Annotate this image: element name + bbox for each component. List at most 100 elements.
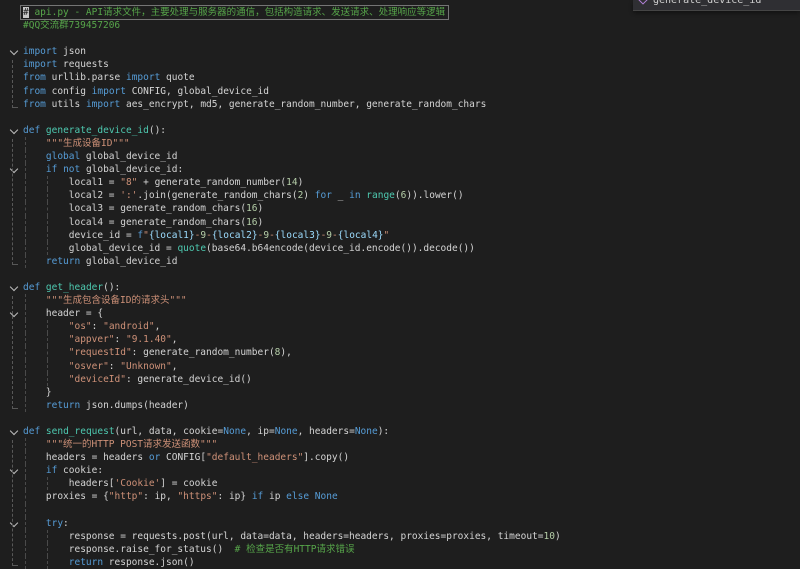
code-line[interactable]: def get_header(): xyxy=(0,281,800,294)
token-k: import xyxy=(86,99,120,110)
code-line[interactable]: return json.dumps(header) xyxy=(0,399,800,412)
code-text: if not global_device_id: xyxy=(23,164,183,175)
code-line[interactable] xyxy=(0,111,800,124)
code-text: return response.json() xyxy=(23,557,195,568)
indent-guide xyxy=(47,242,48,255)
code-line[interactable]: global_device_id = quote(base64.b64encod… xyxy=(0,242,800,255)
token-s: "android" xyxy=(103,321,154,332)
token-v: : xyxy=(115,334,126,345)
code-line[interactable]: from utils import aes_encrypt, md5, gene… xyxy=(0,98,800,111)
code-line[interactable]: } xyxy=(0,386,800,399)
code-line[interactable]: try: xyxy=(0,517,800,530)
fold-chevron-icon[interactable] xyxy=(10,427,18,435)
token-k: import xyxy=(23,46,57,57)
code-line[interactable]: "appver": "9.1.40", xyxy=(0,333,800,346)
code-text: device_id = f"{local1}-9-{local2}-9-{loc… xyxy=(23,230,389,241)
indent-guide xyxy=(25,490,26,503)
indent-guide xyxy=(47,556,48,569)
token-n: 16 xyxy=(246,217,257,228)
code-line[interactable]: if cookie: xyxy=(0,464,800,477)
indent-guide xyxy=(25,543,26,556)
token-v: ): xyxy=(378,426,389,437)
token-v: )).lower() xyxy=(406,190,463,201)
fold-scope-line xyxy=(12,296,18,409)
code-line[interactable]: device_id = f"{local1}-9-{local2}-9-{loc… xyxy=(0,229,800,242)
token-v: , xyxy=(172,361,178,372)
code-line[interactable]: "requestId": generate_random_number(8), xyxy=(0,346,800,359)
token-k: return xyxy=(23,400,80,411)
token-v: : xyxy=(109,361,120,372)
code-text: from utils import aes_encrypt, md5, gene… xyxy=(23,99,486,110)
code-text: headers = headers or CONFIG["default_hea… xyxy=(23,452,349,463)
token-n: 16 xyxy=(246,203,257,214)
code-line[interactable]: """生成设备ID""" xyxy=(0,137,800,150)
code-line[interactable] xyxy=(0,412,800,425)
code-line[interactable]: "deviceId": generate_device_id() xyxy=(0,373,800,386)
code-line[interactable]: from config import CONFIG, global_device… xyxy=(0,85,800,98)
token-k: None xyxy=(223,426,246,437)
token-v: , xyxy=(155,321,161,332)
code-text: local1 = "8" + generate_random_number(14… xyxy=(23,177,303,188)
indent-guide xyxy=(25,360,26,373)
code-line[interactable]: "os": "android", xyxy=(0,320,800,333)
code-line[interactable]: def generate_device_id(): xyxy=(0,124,800,137)
fold-chevron-icon[interactable] xyxy=(10,126,18,134)
token-v: response.json() xyxy=(103,557,195,568)
token-k: from xyxy=(23,86,46,97)
indent-guide xyxy=(25,294,26,307)
fold-chevron-icon[interactable] xyxy=(10,283,18,291)
fold-chevron-icon[interactable] xyxy=(10,47,18,55)
indent-guide xyxy=(25,216,26,229)
code-line[interactable]: if not global_device_id: xyxy=(0,163,800,176)
token-v: global_device_id: xyxy=(80,164,183,175)
indent-guide xyxy=(47,202,48,215)
code-line[interactable] xyxy=(0,32,800,45)
code-line[interactable]: response = requests.post(url, data=data,… xyxy=(0,530,800,543)
code-line[interactable]: response.raise_for_status() # 检查是否有HTTP请… xyxy=(0,543,800,556)
token-v: config xyxy=(46,86,92,97)
token-k: from xyxy=(23,72,46,83)
code-line[interactable]: def send_request(url, data, cookie=None,… xyxy=(0,425,800,438)
token-v: : xyxy=(92,321,103,332)
code-line[interactable]: proxies = {"http": ip, "https": ip} if i… xyxy=(0,490,800,503)
token-k: None xyxy=(355,426,378,437)
code-line[interactable]: header = { xyxy=(0,307,800,320)
code-line[interactable] xyxy=(0,504,800,517)
code-line[interactable]: """统一的HTTP POST请求发送函数""" xyxy=(0,438,800,451)
token-s: """生成包含设备ID的请求头""" xyxy=(23,295,187,306)
indent-guide xyxy=(25,438,26,451)
token-v: ) xyxy=(258,203,264,214)
code-line[interactable]: local1 = "8" + generate_random_number(14… xyxy=(0,176,800,189)
token-fv: {local2} xyxy=(212,230,258,241)
code-line[interactable]: """生成包含设备ID的请求头""" xyxy=(0,294,800,307)
code-line[interactable]: local4 = generate_random_chars(16) xyxy=(0,216,800,229)
token-n: 14 xyxy=(286,177,297,188)
code-text: """生成包含设备ID的请求头""" xyxy=(23,295,187,306)
token-v: : ip, xyxy=(143,491,177,502)
code-editor[interactable]: # api.py - API请求文件，主要处理与服务器的通信，包括构造请求、发送… xyxy=(0,0,800,569)
token-s: "deviceId" xyxy=(23,374,126,385)
token-v: ), xyxy=(280,347,291,358)
code-line[interactable]: return response.json() xyxy=(0,556,800,569)
code-line[interactable]: from urllib.parse import quote xyxy=(0,71,800,84)
code-line[interactable]: "osver": "Unknown", xyxy=(0,360,800,373)
code-line[interactable]: import requests xyxy=(0,58,800,71)
code-line[interactable]: headers = headers or CONFIG["default_hea… xyxy=(0,451,800,464)
token-v: header = { xyxy=(23,308,103,319)
suggest-item[interactable]: generate_device_id xyxy=(633,0,800,10)
code-line[interactable]: headers['Cookie'] = cookie xyxy=(0,477,800,490)
code-line[interactable]: global global_device_id xyxy=(0,150,800,163)
token-v: CONFIG, global_device_id xyxy=(126,86,269,97)
indent-guide xyxy=(25,477,26,490)
code-text: if cookie: xyxy=(23,465,103,476)
code-line[interactable]: import json xyxy=(0,45,800,58)
code-line[interactable]: local2 = ':'.join(generate_random_chars(… xyxy=(0,189,800,202)
indent-guide xyxy=(25,307,26,320)
code-line[interactable] xyxy=(0,268,800,281)
code-line[interactable]: return global_device_id xyxy=(0,255,800,268)
fold-scope-line xyxy=(12,440,18,566)
code-text: """生成设备ID""" xyxy=(23,138,130,149)
code-line[interactable]: local3 = generate_random_chars(16) xyxy=(0,202,800,215)
code-line[interactable]: #QQ交流群739457206 xyxy=(0,19,800,32)
token-v: , ip= xyxy=(246,426,275,437)
